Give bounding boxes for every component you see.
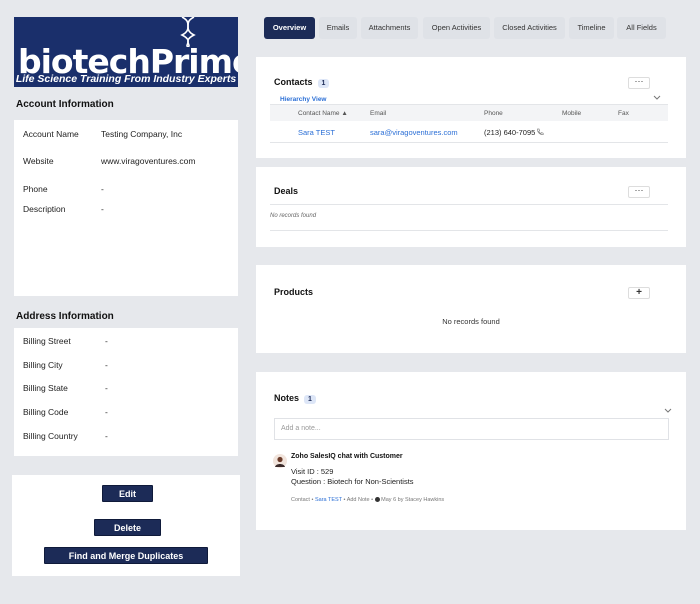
tab-closed-activities[interactable]: Closed Activities <box>494 17 565 39</box>
col-contact-name[interactable]: Contact Name ▲ <box>298 110 348 117</box>
meta-separator: • <box>371 497 374 503</box>
account-name-row: Account Name Testing Company, Inc <box>23 129 182 139</box>
col-fax[interactable]: Fax <box>618 110 629 117</box>
notes-count-badge: 1 <box>304 395 316 404</box>
products-panel: Products + No records found <box>256 265 686 353</box>
website-row: Website www.viragoventures.com <box>23 156 195 166</box>
logo-tagline: Life Science Training From Industry Expe… <box>15 73 237 85</box>
col-email[interactable]: Email <box>370 110 386 117</box>
account-info-card: Account Name Testing Company, Inc Websit… <box>14 120 238 296</box>
note-title: Zoho SalesIQ chat with Customer <box>291 453 403 460</box>
meta-separator: • <box>343 497 346 503</box>
add-product-button[interactable]: + <box>628 287 650 299</box>
tab-all-fields[interactable]: All Fields <box>617 17 666 39</box>
delete-button[interactable]: Delete <box>94 519 161 536</box>
edit-button[interactable]: Edit <box>102 485 153 502</box>
actions-card: Edit Delete Find and Merge Duplicates <box>12 475 240 576</box>
billing-city-row: Billing City - <box>23 360 108 370</box>
products-empty-text: No records found <box>442 317 500 326</box>
deals-empty-text: No records found <box>270 213 317 219</box>
contacts-title: Contacts 1 <box>274 77 330 88</box>
billing-country-row: Billing Country - <box>23 431 108 441</box>
description-value: - <box>101 204 104 214</box>
field-label: Billing Country <box>23 431 78 441</box>
user-avatar <box>273 454 287 468</box>
billing-state-value: - <box>105 383 108 393</box>
col-mobile[interactable]: Mobile <box>562 110 581 117</box>
note-meta: Contact • Sara TEST • Add Note • May 6 b… <box>291 497 444 503</box>
meta-separator: • <box>311 497 314 503</box>
contacts-table-header: Contact Name ▲ Email Phone Mobile Fax <box>270 105 668 121</box>
add-note-input[interactable]: Add a note... <box>274 418 669 440</box>
contact-phone: (213) 640-7095 <box>484 128 536 137</box>
phone-value: - <box>101 184 104 194</box>
notes-title: Notes 1 <box>274 393 316 404</box>
contacts-more-button[interactable]: ··· <box>628 77 650 89</box>
address-info-title: Address Information <box>16 311 114 322</box>
note-line: Question : Biotech for Non-Scientists <box>291 477 414 486</box>
divider <box>270 142 668 143</box>
contacts-panel: Contacts 1 ··· Hierarchy View Contact Nam… <box>256 57 686 158</box>
billing-code-row: Billing Code - <box>23 407 108 417</box>
address-info-card: Billing Street - Billing City - Billing … <box>14 328 238 456</box>
tab-timeline[interactable]: Timeline <box>569 17 614 39</box>
billing-country-value: - <box>105 431 108 441</box>
phone-icon[interactable] <box>536 128 544 136</box>
field-label: Billing State <box>23 383 68 393</box>
account-name-value: Testing Company, Inc <box>101 129 183 139</box>
field-label: Billing Code <box>23 407 69 417</box>
billing-city-value: - <box>105 360 108 370</box>
billing-street-value: - <box>105 336 108 346</box>
add-note-link[interactable]: Add Note <box>347 497 370 503</box>
meta-contact-link[interactable]: Sara TEST <box>315 497 342 503</box>
clock-icon <box>374 497 380 503</box>
contact-name-link[interactable]: Sara TEST <box>298 128 335 137</box>
divider <box>270 230 668 231</box>
deals-title: Deals <box>274 186 299 196</box>
divider <box>270 204 668 205</box>
field-label: Phone <box>23 184 48 194</box>
billing-code-value: - <box>105 407 108 417</box>
field-label: Billing Street <box>23 336 71 346</box>
company-logo: biotechPrimer Life Science Training From… <box>14 17 238 87</box>
notes-panel: Notes 1 Add a note... Zoho SalesIQ chat w… <box>256 372 686 530</box>
account-info-title: Account Information <box>16 99 114 110</box>
table-row: Sara TEST sara@viragoventures.com (213) … <box>270 123 668 141</box>
col-phone[interactable]: Phone <box>484 110 503 117</box>
billing-street-row: Billing Street - <box>23 336 108 346</box>
note-line: Visit ID : 529 <box>291 467 334 476</box>
tab-attachments[interactable]: Attachments <box>361 17 418 39</box>
products-title: Products <box>274 287 314 297</box>
meta-author: by Stacey Hawkins <box>397 497 445 503</box>
contact-email-link[interactable]: sara@viragoventures.com <box>370 128 458 137</box>
notes-title-text: Notes <box>274 393 300 403</box>
meta-contact-label: Contact <box>291 497 310 503</box>
field-label: Billing City <box>23 360 63 370</box>
field-label: Account Name <box>23 129 79 139</box>
find-merge-duplicates-button[interactable]: Find and Merge Duplicates <box>44 547 208 564</box>
field-label: Website <box>23 156 54 166</box>
phone-row: Phone - <box>23 184 104 194</box>
contacts-title-text: Contacts <box>274 77 313 87</box>
tab-overview[interactable]: Overview <box>264 17 315 39</box>
website-value[interactable]: www.viragoventures.com <box>101 156 195 166</box>
deals-panel: Deals ··· No records found <box>256 167 686 247</box>
contacts-count-badge: 1 <box>317 79 330 88</box>
chevron-down-icon[interactable] <box>653 95 661 101</box>
col-label: Contact Name <box>298 110 340 117</box>
sort-asc-icon: ▲ <box>341 110 348 117</box>
chevron-down-icon[interactable] <box>664 408 672 414</box>
hierarchy-view-link[interactable]: Hierarchy View <box>280 96 327 103</box>
deals-more-button[interactable]: ··· <box>628 186 650 198</box>
billing-state-row: Billing State - <box>23 383 108 393</box>
meta-date: May 6 <box>381 497 397 503</box>
field-label: Description <box>23 204 66 214</box>
description-row: Description - <box>23 204 104 214</box>
tab-open-activities[interactable]: Open Activities <box>423 17 490 39</box>
tab-emails[interactable]: Emails <box>319 17 357 39</box>
